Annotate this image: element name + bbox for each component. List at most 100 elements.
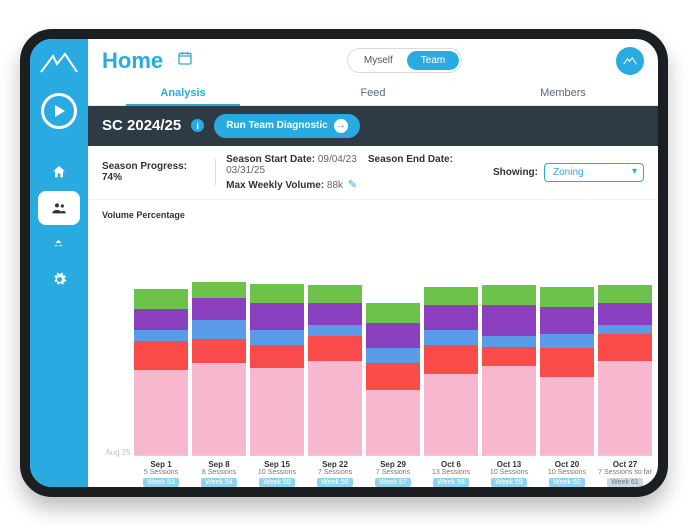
chart-bars: Sep 15 Sessions Week 53 Sep 88 SessionsWee… bbox=[134, 224, 652, 487]
bar-date: Oct 13 bbox=[497, 460, 521, 469]
tab-bar: Analysis Feed Members bbox=[88, 79, 658, 106]
bar-segment bbox=[540, 348, 594, 377]
toggle-myself[interactable]: Myself bbox=[350, 51, 407, 70]
bar-segment bbox=[598, 303, 652, 325]
play-icon bbox=[55, 105, 65, 117]
bar-date: Sep 8 bbox=[208, 460, 229, 469]
bar-sessions: 5 Sessions bbox=[144, 469, 178, 476]
run-diagnostic-label: Run Team Diagnostic bbox=[226, 120, 328, 131]
bar-segment bbox=[134, 330, 188, 341]
bar-sessions: 10 Sessions bbox=[490, 469, 528, 476]
bar-week[interactable]: Sep 15 Sessions Week 53 bbox=[134, 276, 188, 487]
bar-segment bbox=[308, 336, 362, 361]
nav-settings[interactable] bbox=[38, 263, 80, 297]
bar-segment bbox=[598, 285, 652, 303]
tab-analysis[interactable]: Analysis bbox=[88, 79, 278, 105]
run-diagnostic-button[interactable]: Run Team Diagnostic → bbox=[214, 114, 360, 138]
bar-sessions: 13 Sessions bbox=[432, 469, 470, 476]
swim-icon bbox=[52, 237, 66, 251]
bar-segment bbox=[482, 305, 536, 336]
week-badge[interactable]: Week 59 bbox=[491, 478, 527, 487]
scope-toggle: Myself Team bbox=[347, 48, 462, 73]
week-badge[interactable]: Week 56 bbox=[317, 478, 353, 487]
bar-stack bbox=[250, 276, 304, 456]
bar-segment bbox=[424, 305, 478, 330]
page-title: Home bbox=[102, 48, 163, 74]
record-button[interactable] bbox=[41, 93, 77, 129]
bar-segment bbox=[250, 345, 304, 368]
bar-segment bbox=[482, 366, 536, 454]
tab-feed[interactable]: Feed bbox=[278, 79, 468, 105]
bar-segment bbox=[366, 323, 420, 348]
bar-segment bbox=[540, 377, 594, 454]
bar-week[interactable]: Oct 2010 SessionsWeek 60 bbox=[540, 276, 594, 487]
bar-sessions: 7 Sessions so far bbox=[598, 469, 652, 476]
profile-button[interactable] bbox=[616, 47, 644, 75]
bar-segment bbox=[366, 390, 420, 455]
tab-members[interactable]: Members bbox=[468, 79, 658, 105]
bar-segment bbox=[250, 368, 304, 454]
topbar: Home Myself Team bbox=[88, 39, 658, 79]
bar-week[interactable]: Oct 1310 Sessions Week 59 bbox=[482, 276, 536, 487]
bar-segment bbox=[308, 285, 362, 303]
calendar-button[interactable] bbox=[177, 50, 193, 71]
week-badge[interactable]: Week 60 bbox=[549, 478, 585, 487]
bar-segment bbox=[540, 287, 594, 307]
main-content: Home Myself Team Analysis Feed Members S… bbox=[88, 39, 658, 487]
toggle-team[interactable]: Team bbox=[407, 51, 459, 70]
bar-week[interactable]: Sep 88 SessionsWeek 54 bbox=[192, 276, 246, 487]
week-badge[interactable]: Week 61 bbox=[607, 478, 643, 487]
bar-segment bbox=[192, 363, 246, 455]
arrow-right-icon: → bbox=[334, 119, 348, 133]
edit-volume-button[interactable]: ✎ bbox=[348, 179, 357, 191]
progress-label: Season Progress: bbox=[102, 161, 187, 172]
bar-date: Sep 1 bbox=[150, 460, 171, 469]
start-date-value: 09/04/23 bbox=[318, 154, 357, 165]
bar-segment bbox=[598, 334, 652, 361]
bar-week[interactable]: Oct 277 Sessions so farWeek 61 bbox=[598, 276, 652, 487]
bar-segment bbox=[482, 336, 536, 347]
season-title: SC 2024/25 bbox=[102, 117, 181, 134]
bar-segment bbox=[134, 370, 188, 455]
nav-activity[interactable] bbox=[38, 227, 80, 261]
bar-segment bbox=[598, 325, 652, 334]
max-volume-value: 88k bbox=[327, 180, 343, 191]
nav-home[interactable] bbox=[38, 155, 80, 189]
week-badge[interactable]: Week 58 bbox=[433, 478, 469, 487]
showing-select[interactable]: Zoning bbox=[544, 163, 644, 182]
gear-icon bbox=[52, 272, 67, 287]
bar-week[interactable]: Oct 613 Sessions Week 58 bbox=[424, 276, 478, 487]
bar-stack bbox=[192, 276, 246, 456]
bar-segment bbox=[366, 363, 420, 390]
app-logo bbox=[39, 49, 79, 79]
bar-stack bbox=[366, 276, 420, 456]
week-badge[interactable]: Week 54 bbox=[201, 478, 237, 487]
bar-sessions: 10 Sessions bbox=[548, 469, 586, 476]
chart-title: Volume Percentage bbox=[102, 210, 652, 220]
bar-stack bbox=[134, 276, 188, 456]
bar-segment bbox=[134, 341, 188, 370]
bar-week[interactable]: Sep 227 SessionsWeek 56 bbox=[308, 276, 362, 487]
season-meta: Season Progress: 74% Season Start Date: … bbox=[88, 146, 658, 200]
bar-sessions: 7 Sessions bbox=[376, 469, 410, 476]
bar-date: Oct 6 bbox=[441, 460, 461, 469]
week-badge[interactable]: Week 53 bbox=[143, 478, 179, 487]
bar-week[interactable]: Sep 1510 SessionsWeek 55 bbox=[250, 276, 304, 487]
sidebar bbox=[30, 39, 88, 487]
bar-segment bbox=[366, 303, 420, 323]
week-badge[interactable]: Week 57 bbox=[375, 478, 411, 487]
bar-segment bbox=[192, 339, 246, 362]
week-badge[interactable]: Week 55 bbox=[259, 478, 295, 487]
bar-date: Sep 22 bbox=[322, 460, 348, 469]
bar-segment bbox=[308, 303, 362, 325]
chart-section: Volume Percentage Aug 25 Sep 15 Sessions… bbox=[88, 200, 658, 487]
bar-week[interactable]: Sep 297 SessionsWeek 57 bbox=[366, 276, 420, 487]
bar-segment bbox=[482, 285, 536, 305]
bar-segment bbox=[598, 361, 652, 455]
bar-segment bbox=[424, 374, 478, 455]
nav-team[interactable] bbox=[38, 191, 80, 225]
logo-small-icon bbox=[622, 53, 638, 69]
info-icon[interactable]: i bbox=[191, 119, 204, 132]
bar-segment bbox=[366, 348, 420, 362]
bar-segment bbox=[424, 287, 478, 305]
